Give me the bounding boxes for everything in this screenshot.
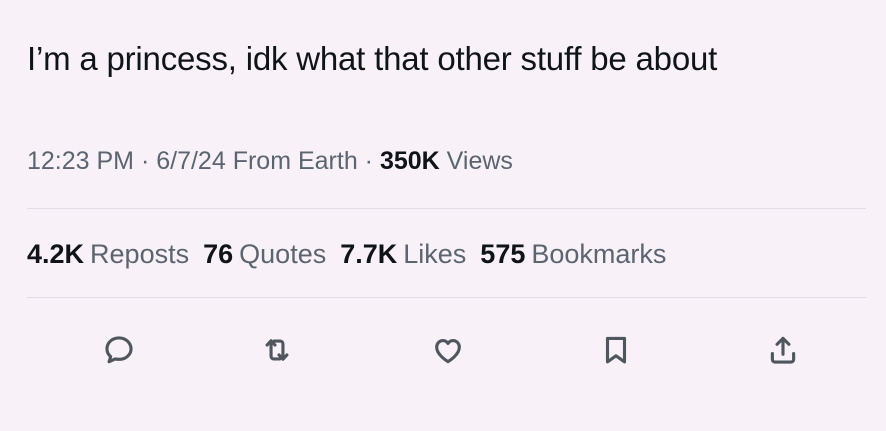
like-icon <box>435 338 461 364</box>
stat-label: Likes <box>403 239 467 269</box>
stat-label: Quotes <box>239 239 327 269</box>
share-icon <box>770 336 796 364</box>
reply-button[interactable] <box>99 330 139 370</box>
meta-separator: · <box>357 147 380 175</box>
tweet-text: I’m a princess, idk what that other stuf… <box>27 40 718 77</box>
views-count: 350K <box>379 147 440 175</box>
repost-button[interactable] <box>257 330 297 370</box>
stat-reposts[interactable]: 4.2K Reposts <box>27 236 189 272</box>
reply-icon <box>105 336 133 364</box>
bookmark-icon <box>605 336 627 364</box>
stat-label: Bookmarks <box>531 239 667 269</box>
repost-icon <box>265 339 289 361</box>
meta-separator: · <box>134 147 157 175</box>
stat-count: 76 <box>203 239 234 269</box>
bookmark-button[interactable] <box>596 330 636 370</box>
action-bar <box>0 330 886 370</box>
stat-quotes[interactable]: 76 Quotes <box>203 236 326 272</box>
stat-count: 7.7K <box>340 239 398 269</box>
like-button[interactable] <box>428 330 468 370</box>
views-label: Views <box>439 147 513 175</box>
divider-top <box>27 208 866 209</box>
engagement-stats: 4.2K Reposts 76 Quotes 7.7K Likes 575 Bookma… <box>27 236 666 272</box>
stat-count: 575 <box>480 239 526 269</box>
stat-label: Reposts <box>90 239 190 269</box>
divider-bottom <box>27 297 866 298</box>
tweet-meta: 12:23 PM · 6/7/24 From Earth · 350K View… <box>27 143 513 179</box>
tweet-time[interactable]: 12:23 PM <box>27 147 134 175</box>
stat-likes[interactable]: 7.7K Likes <box>340 236 466 272</box>
tweet-source: From Earth <box>225 147 358 175</box>
tweet-date[interactable]: 6/7/24 <box>156 147 226 175</box>
stat-bookmarks[interactable]: 575 Bookmarks <box>480 236 666 272</box>
stat-count: 4.2K <box>27 239 85 269</box>
share-button[interactable] <box>763 330 803 370</box>
